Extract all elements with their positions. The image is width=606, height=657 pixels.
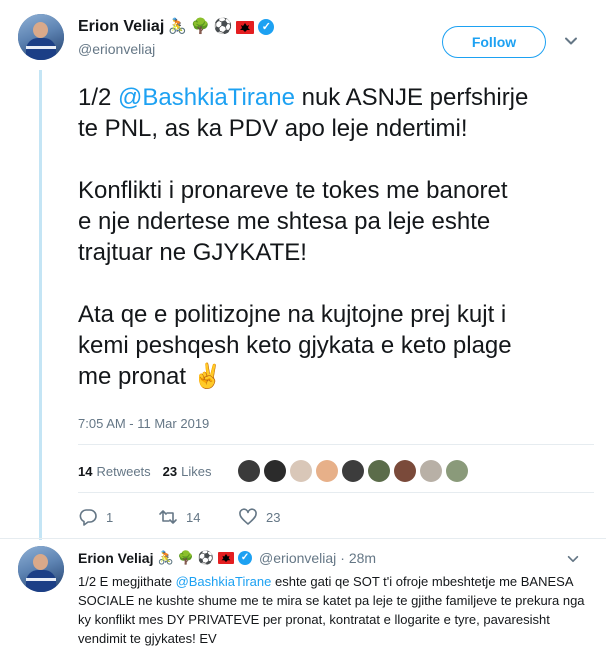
liker-avatar[interactable] [237,460,260,482]
author-display-name[interactable]: Erion Veliaj [78,18,164,36]
retweet-count: 14 [186,509,201,525]
retweets-label: Retweets [96,463,151,479]
liker-avatar[interactable] [289,460,312,482]
verified-badge-icon: ✓ [238,551,253,565]
victory-hand-emoji: ✌️ [192,363,223,390]
soccer-ball-emoji: ⚽ [213,18,233,35]
reply-display-name[interactable]: Erion Veliaj [78,550,153,566]
soccer-ball-emoji: ⚽ [197,550,215,565]
tweet-stats: 14 Retweets 23 Likes [78,460,468,482]
author-handle[interactable]: @erionveliaj [78,41,155,57]
like-count: 23 [266,509,281,525]
like-action[interactable]: 23 [238,508,318,526]
reply-avatar[interactable] [18,546,64,592]
retweets-count: 14 [78,463,93,479]
liker-avatar[interactable] [445,460,468,482]
follow-button[interactable]: Follow [442,26,546,58]
likes-count: 23 [162,463,178,479]
albania-flag-icon [218,552,235,564]
reply-text: 1/2 E megjithate @BashkiaTirane eshte ga… [78,572,598,648]
avatar[interactable] [18,14,64,60]
retweet-icon [159,510,177,524]
reply-time[interactable]: · 28m [340,550,376,566]
author-name-line[interactable]: Erion Veliaj 🚴 🌳 ⚽ ✓ [78,18,275,36]
liker-avatar[interactable] [393,460,416,482]
thread-line [39,70,42,540]
liker-avatar[interactable] [419,460,442,482]
retweets-stat[interactable]: 14 Retweets [78,464,151,479]
tree-emoji: 🌳 [177,550,194,565]
divider [0,538,606,539]
tweet-para3-line2: kemi peshqesh keto gjykata e keto plage [78,332,512,359]
tweet-line-1-rest: nuk ASNJE perfshirje [294,84,529,111]
tweet-timestamp[interactable]: 7:05 AM - 11 Mar 2019 [78,416,209,431]
tweet-para2-line3: trajtuar ne GJYKATE! [78,239,307,266]
divider [78,444,594,445]
likes-label: Likes [181,463,212,479]
tweet-line-2: te PNL, as ka PDV apo leje ndertimi! [78,115,468,142]
reply-count: 1 [106,509,114,525]
liker-avatar[interactable] [367,460,390,482]
retweet-action[interactable]: 14 [158,508,238,526]
liker-avatar[interactable] [315,460,338,482]
tree-emoji: 🌳 [190,18,210,35]
tweet-para3-line3: me pronat [78,363,187,390]
reply-header[interactable]: Erion Veliaj 🚴 🌳 ⚽ ✓ @erionveliaj · 28m [78,550,376,566]
tweet-para2-line2: e nje ndertese me shtesa pa leje eshte [78,208,491,235]
tweet-para2-line1: Konflikti i pronareve te tokes me banore… [78,177,508,204]
chevron-down-icon[interactable] [566,552,580,566]
tweet-actions: 1 14 23 [78,508,318,526]
reply-icon [79,509,97,526]
liker-avatar[interactable] [341,460,364,482]
heart-icon [239,508,257,525]
divider [78,492,594,493]
liker-avatars [237,460,468,482]
mention-link[interactable]: @BashkiaTirane [118,84,295,111]
bicycle-emoji: 🚴 [168,18,187,35]
reply-text-prefix: 1/2 E megjithate [78,574,176,589]
likes-stat[interactable]: 23 Likes [163,464,212,479]
verified-badge-icon: ✓ [258,19,275,35]
chevron-down-icon[interactable] [563,33,579,49]
tweet-para3-line1: Ata qe e politizojne na kujtojne prej ku… [78,301,507,328]
reply-handle[interactable]: @erionveliaj [259,550,336,566]
liker-avatar[interactable] [263,460,286,482]
albania-flag-icon [236,20,255,34]
tweet-text: 1/2 @BashkiaTirane nuk ASNJE perfshirje … [78,82,598,392]
reply-action[interactable]: 1 [78,508,158,526]
bicycle-emoji: 🚴 [157,550,174,565]
mention-link[interactable]: @BashkiaTirane [176,574,272,589]
tweet-line-1: 1/2 [78,84,119,111]
